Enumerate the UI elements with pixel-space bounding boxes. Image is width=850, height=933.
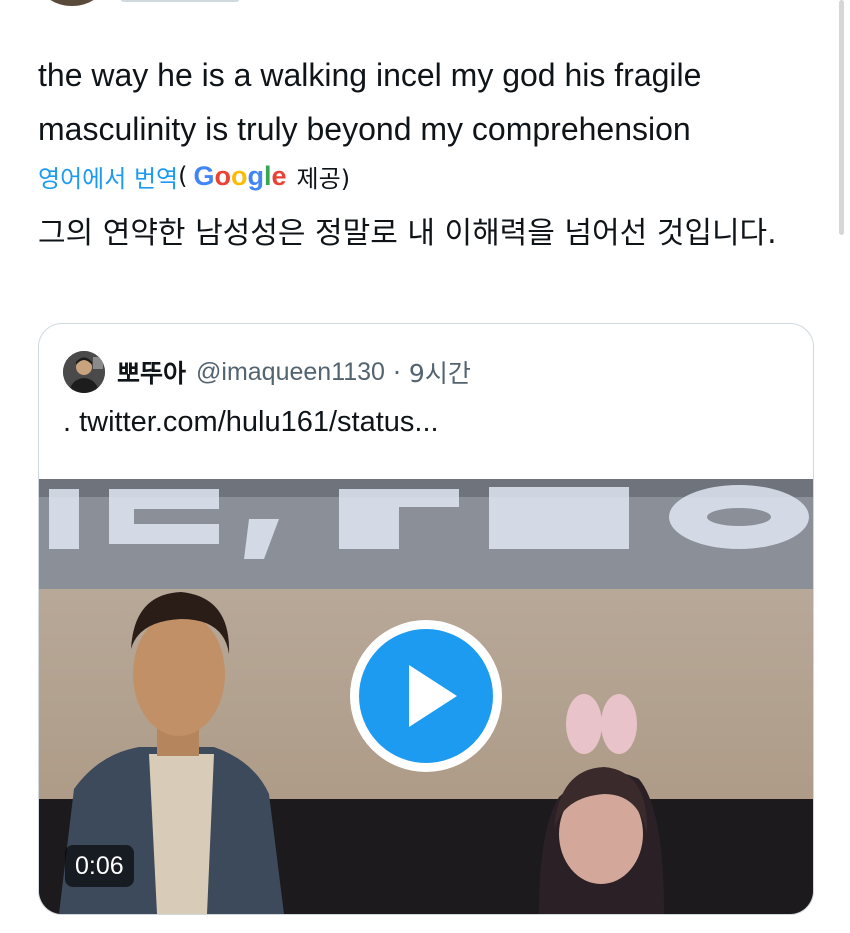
scrollbar[interactable] xyxy=(839,0,844,235)
tweet-text: the way he is a walking incel my god his… xyxy=(38,57,702,147)
separator-dot: · xyxy=(392,357,401,387)
quoted-author-avatar[interactable] xyxy=(63,351,105,393)
avatar-image xyxy=(63,351,105,393)
provider-suffix: 제공) xyxy=(296,164,351,193)
translated-text: 그의 연약한 남성성은 정말로 내 이해력을 넘어선 것입니다. xyxy=(38,216,777,251)
author-avatar[interactable] xyxy=(40,0,104,6)
google-letter: g xyxy=(247,160,265,191)
google-logo: Google xyxy=(193,161,286,192)
google-letter: l xyxy=(264,160,272,191)
play-button[interactable] xyxy=(350,620,502,772)
google-letter: G xyxy=(193,160,215,191)
video-duration-badge: 0:06 xyxy=(65,845,134,887)
google-letter: o xyxy=(214,160,232,191)
google-letter: o xyxy=(231,160,248,191)
quoted-tweet-header: 뽀뚜아 @imaqueen1130 · 9시간 xyxy=(63,350,471,394)
quoted-tweet-card[interactable]: 뽀뚜아 @imaqueen1130 · 9시간 . twitter.com/hu… xyxy=(38,323,814,915)
translated-from-link[interactable]: 영어에서 번역 xyxy=(38,159,178,194)
video-player[interactable]: 0:06 xyxy=(39,479,813,914)
quoted-tweet-text[interactable]: . twitter.com/hulu161/status... xyxy=(63,406,439,439)
quoted-timestamp[interactable]: 9시간 xyxy=(409,354,471,390)
quoted-author-handle[interactable]: @imaqueen1130 xyxy=(196,358,385,387)
open-paren: ( xyxy=(178,162,188,190)
translation-attribution: 영어에서 번역 ( Google 제공) xyxy=(38,156,350,196)
play-icon xyxy=(409,665,457,727)
google-letter: e xyxy=(271,160,287,191)
quoted-author-name[interactable]: 뽀뚜아 xyxy=(117,354,186,390)
author-header-fragment xyxy=(120,0,240,2)
